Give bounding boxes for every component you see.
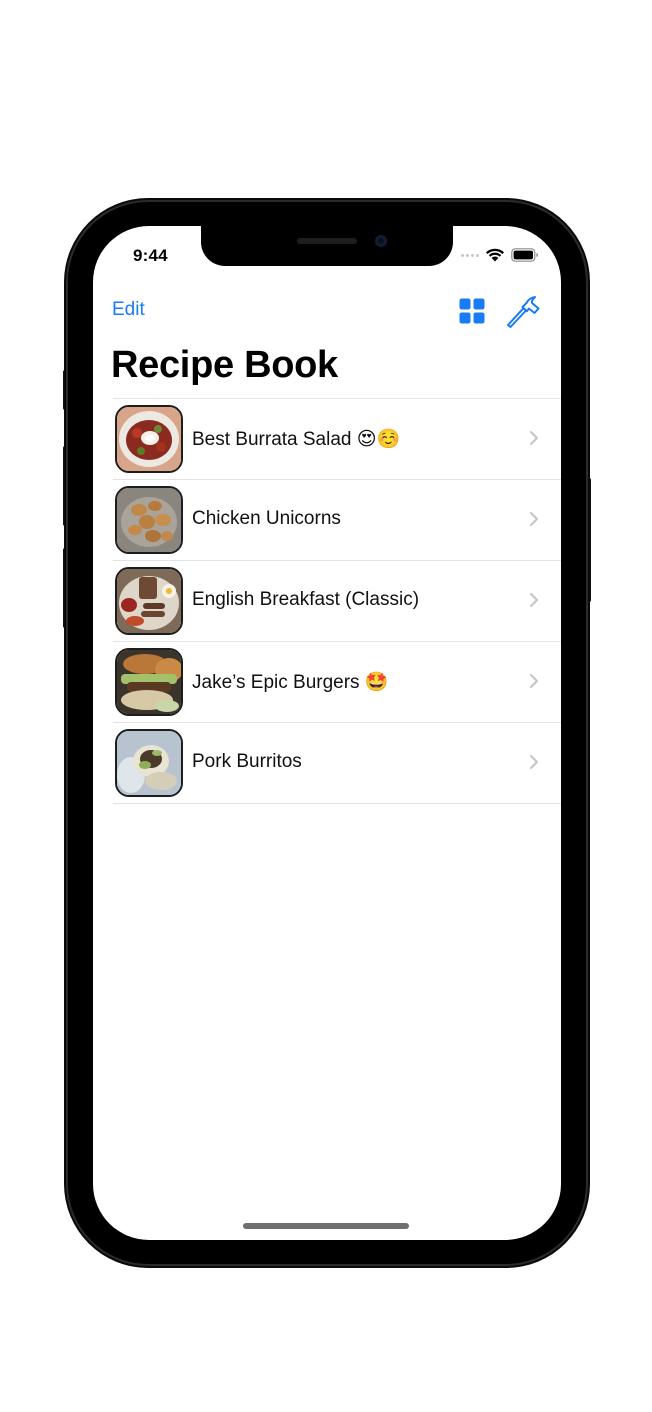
home-indicator[interactable] <box>243 1223 409 1229</box>
burrito-thumbnail <box>115 729 183 797</box>
hammer-icon[interactable] <box>505 294 541 328</box>
recipe-row[interactable]: Pork Burritos <box>113 722 561 804</box>
notch <box>201 226 453 266</box>
recipe-row[interactable]: Chicken Unicorns <box>113 479 561 560</box>
recipe-row[interactable]: Best Burrata Salad 😍☺️ <box>113 398 561 479</box>
battery-icon <box>511 248 538 262</box>
chevron-right-icon <box>530 755 538 769</box>
grid-layout-icon[interactable] <box>459 298 485 324</box>
front-camera <box>375 235 387 247</box>
speaker-grille <box>297 238 357 244</box>
recipe-row[interactable]: English Breakfast (Classic) <box>113 560 561 641</box>
chevron-right-icon <box>530 512 538 526</box>
chevron-right-icon <box>530 593 538 607</box>
recipe-list: Best Burrata Salad 😍☺️ Chicken Unicorns … <box>113 398 561 804</box>
status-icons <box>461 248 539 262</box>
recipe-name: Best Burrata Salad 😍☺️ <box>192 429 401 450</box>
recipe-row[interactable]: Jake’s Epic Burgers 🤩 <box>113 641 561 722</box>
english-breakfast-thumbnail <box>115 567 183 635</box>
chevron-right-icon <box>530 431 538 445</box>
recipe-name: Jake’s Epic Burgers 🤩 <box>192 672 389 693</box>
wifi-icon <box>486 248 504 262</box>
chevron-right-icon <box>530 674 538 688</box>
recipe-name: English Breakfast (Classic) <box>192 589 420 610</box>
status-time: 9:44 <box>133 246 168 265</box>
edit-button[interactable]: Edit <box>112 299 145 321</box>
signal-dots-icon <box>461 253 479 257</box>
phone-body: 9:44 Edit Recipe Book Best Burrata Salad… <box>68 202 586 1264</box>
recipe-name: Pork Burritos <box>192 751 302 772</box>
app-screen: 9:44 Edit Recipe Book Best Burrata Salad… <box>93 226 561 1240</box>
page-title: Recipe Book <box>111 344 338 386</box>
burger-thumbnail <box>115 648 183 716</box>
chicken-nuggets-thumbnail <box>115 486 183 554</box>
burrata-salad-thumbnail <box>115 405 183 473</box>
recipe-name: Chicken Unicorns <box>192 508 341 529</box>
device-frame-stage: 9:44 Edit Recipe Book Best Burrata Salad… <box>0 0 652 1412</box>
